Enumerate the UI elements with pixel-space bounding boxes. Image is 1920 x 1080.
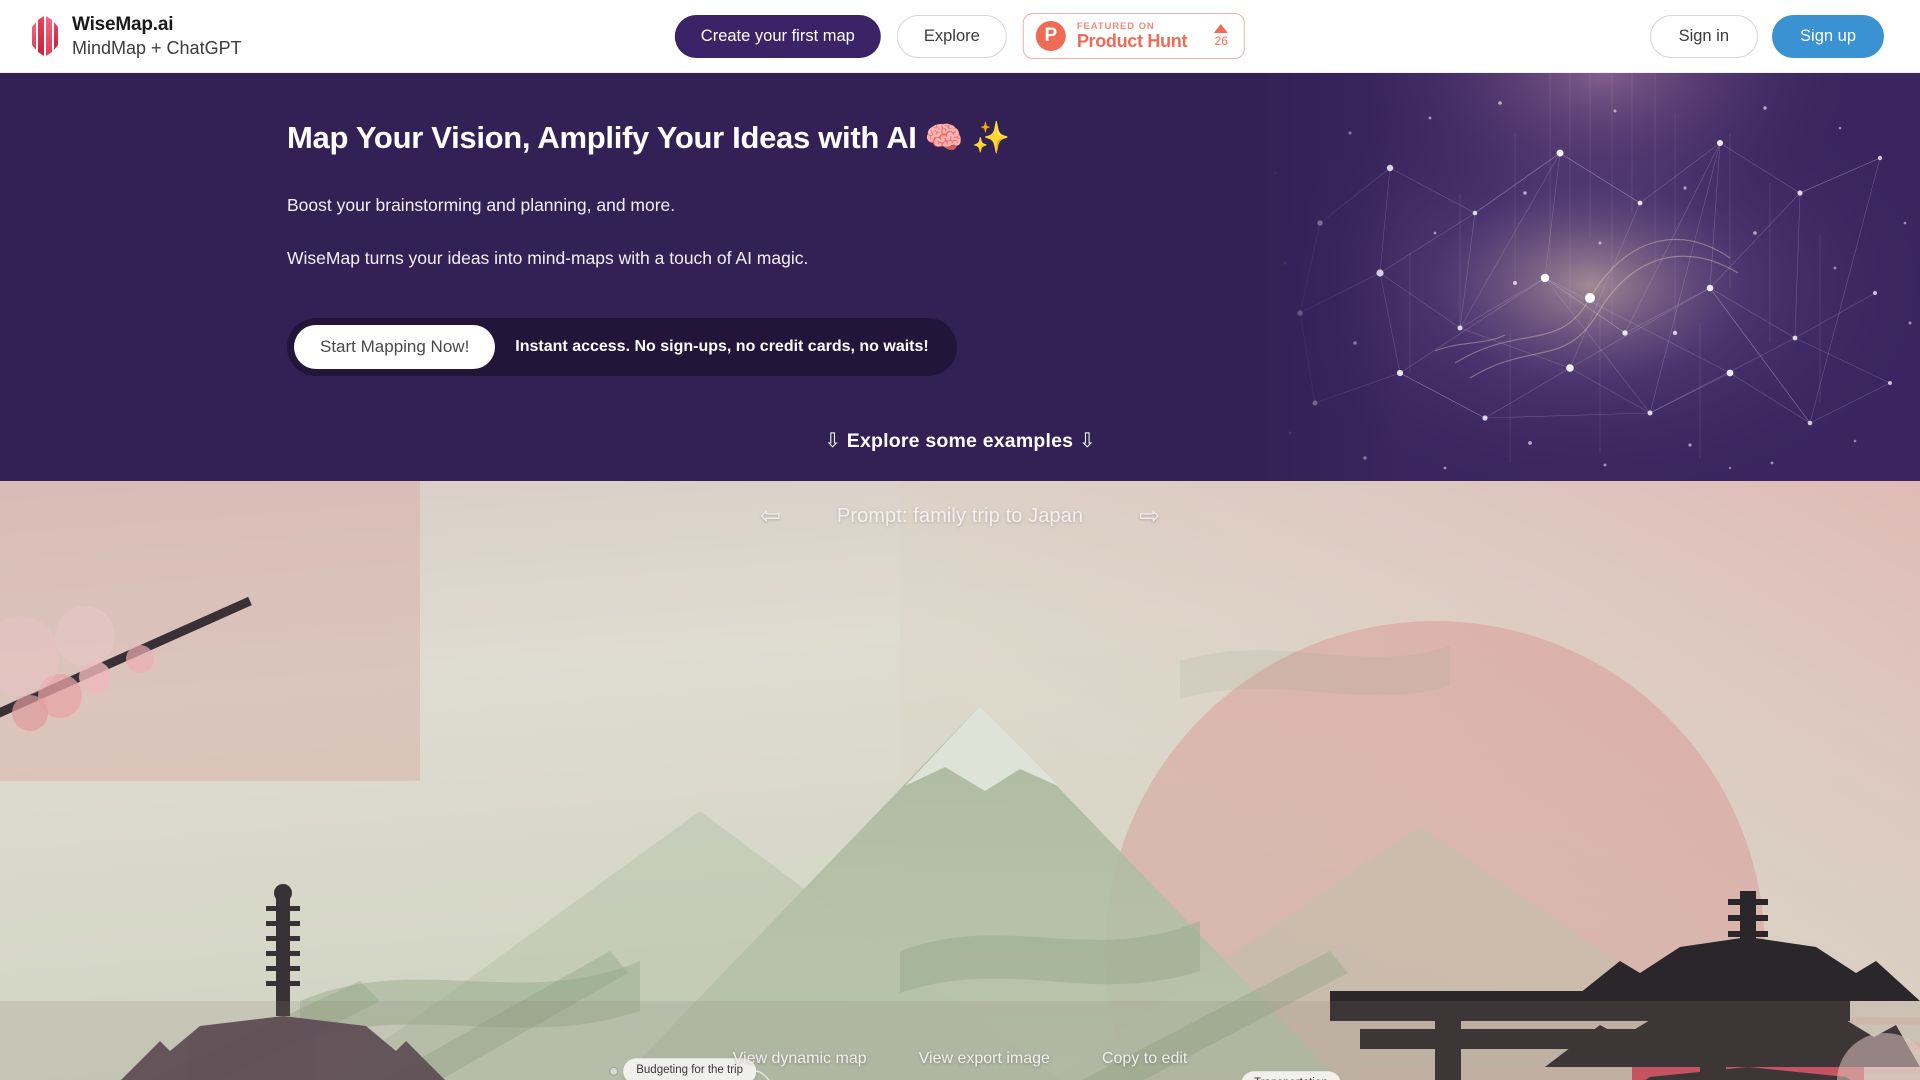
hero-title: Map Your Vision, Amplify Your Ideas with… [287,120,1010,155]
upvote-triangle-icon [1214,23,1229,33]
product-hunt-count: 26 [1214,33,1228,48]
sign-in-button[interactable]: Sign in [1649,14,1759,58]
brand-logo-block[interactable]: WiseMap.ai MindMap + ChatGPT [24,13,242,59]
header-auth-actions: Sign in Sign up [1649,14,1896,58]
hero-cta-bar: Start Mapping Now! Instant access. No si… [287,317,957,376]
map-footer-links: View dynamic map View export image Copy … [0,1050,1920,1068]
example-map-section: ⇦ Prompt: family trip to Japan ⇨ Budgeti… [0,481,1920,1080]
arrow-down-left-icon: ⇩ [824,430,842,452]
prev-example-arrow-icon[interactable]: ⇦ [760,503,781,529]
create-first-map-button[interactable]: Create your first map [674,14,881,58]
product-hunt-logo-icon: P [1035,21,1066,51]
mindmap-edges [754,1070,770,1080]
explore-examples-label: Explore some examples [846,430,1074,452]
brand-title: WiseMap.ai [72,13,174,35]
view-dynamic-map-link[interactable]: View dynamic map [733,1050,867,1068]
site-header: WiseMap.ai MindMap + ChatGPT Create your… [0,0,1920,73]
sign-up-button[interactable]: Sign up [1772,14,1884,58]
prompt-label: Prompt: family trip to Japan [836,504,1084,527]
start-mapping-button[interactable]: Start Mapping Now! [294,324,496,369]
header-center-actions: Create your first map Explore P FEATURED… [674,13,1246,59]
product-hunt-badge[interactable]: P FEATURED ON Product Hunt 26 [1022,13,1246,59]
explore-examples-link[interactable]: ⇩ Explore some examples ⇩ [0,428,1920,453]
product-hunt-upvote[interactable]: 26 [1214,23,1229,48]
arrow-down-right-icon: ⇩ [1078,430,1096,452]
mindmap-canvas[interactable]: Japanese Family Adventure Planning the T… [0,481,1920,1080]
prompt-navigation-bar: ⇦ Prompt: family trip to Japan ⇨ [0,481,1920,551]
hero-content: Map Your Vision, Amplify Your Ideas with… [0,73,1920,376]
explore-button[interactable]: Explore [896,14,1007,58]
hero-section: Map Your Vision, Amplify Your Ideas with… [0,73,1920,481]
copy-to-edit-link[interactable]: Copy to edit [1102,1050,1187,1068]
product-hunt-name: Product Hunt [1076,30,1188,51]
view-export-image-link[interactable]: View export image [919,1050,1050,1068]
hero-subtitle-2: WiseMap turns your ideas into mind-maps … [287,248,809,269]
leaf-node[interactable]: Transportation [1241,1071,1355,1080]
hero-subtitle-1: Boost your brainstorming and planning, a… [287,195,676,216]
wisemap-logo-icon [32,16,58,56]
hero-cta-note: Instant access. No sign-ups, no credit c… [515,337,929,355]
brand-subtitle: MindMap + ChatGPT [72,37,242,58]
next-example-arrow-icon[interactable]: ⇨ [1139,503,1160,529]
